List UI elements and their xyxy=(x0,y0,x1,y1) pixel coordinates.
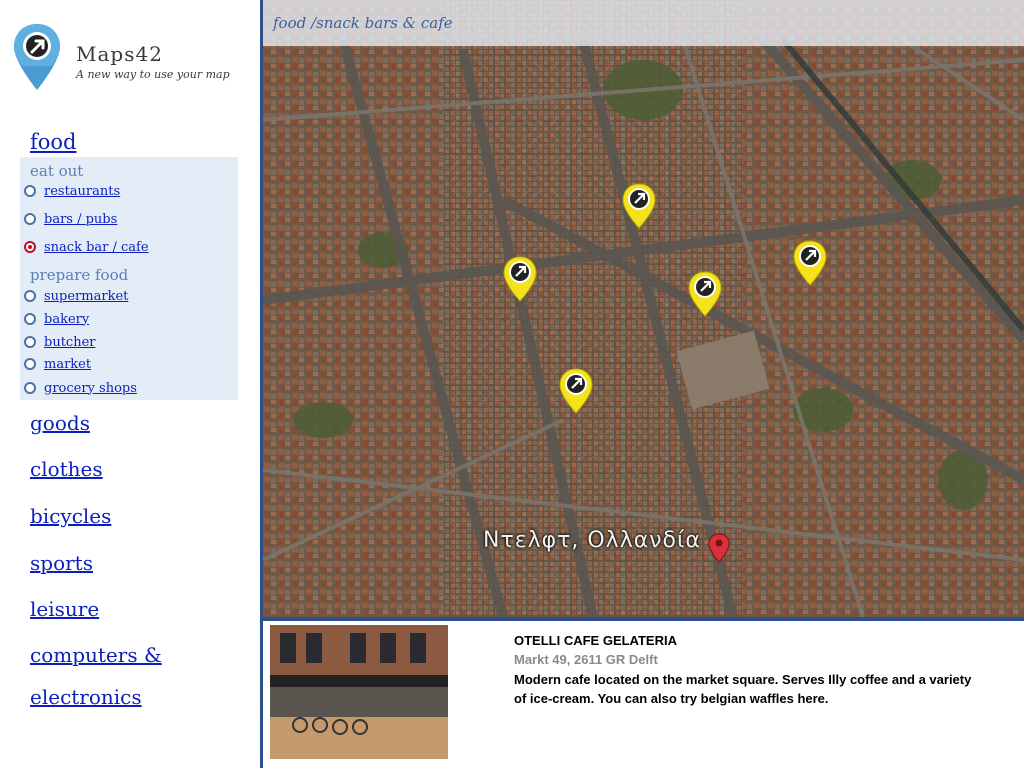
satellite-map-image xyxy=(263,0,1024,617)
radio-icon[interactable] xyxy=(24,185,36,197)
subcategory-butcher[interactable]: butcher xyxy=(24,333,95,351)
subcategory-label[interactable]: butcher xyxy=(44,335,95,350)
location-marker-icon[interactable] xyxy=(708,533,730,563)
map-pin-icon[interactable] xyxy=(502,255,538,303)
map-pin-icon[interactable] xyxy=(621,182,657,230)
map-pin-icon[interactable] xyxy=(558,367,594,415)
subcategory-bars-pubs[interactable]: bars / pubs xyxy=(24,210,117,228)
map-category-title: food /snack bars & cafe xyxy=(273,14,453,32)
radio-icon[interactable] xyxy=(24,336,36,348)
category-goods[interactable]: goods xyxy=(30,411,90,435)
map-place-label: Ντελφτ, Ολλανδία xyxy=(483,528,701,553)
radio-icon[interactable] xyxy=(24,213,36,225)
app-title: Maps42 xyxy=(76,42,163,66)
subcategory-label[interactable]: grocery shops xyxy=(44,381,137,396)
venue-photo xyxy=(270,625,448,759)
venue-description: Modern cafe located on the market square… xyxy=(514,672,972,706)
group-heading-eat-out: eat out xyxy=(30,162,84,180)
subcategory-market[interactable]: market xyxy=(24,355,91,373)
map-pin-icon[interactable] xyxy=(792,239,828,287)
map-bottom-border xyxy=(263,617,1024,621)
category-computers-line1[interactable]: computers & xyxy=(30,643,162,667)
map-title-bar: food /snack bars & cafe xyxy=(263,0,1024,46)
radio-icon[interactable] xyxy=(24,290,36,302)
category-clothes[interactable]: clothes xyxy=(30,457,103,481)
app-tagline: A new way to use your map xyxy=(76,68,230,81)
category-food[interactable]: food xyxy=(30,130,77,154)
subcategory-supermarket[interactable]: supermarket xyxy=(24,287,128,305)
subcategory-label[interactable]: restaurants xyxy=(44,184,120,199)
app-logo[interactable]: Maps42 A new way to use your map xyxy=(12,22,262,102)
map-pin-logo-icon xyxy=(14,24,60,90)
category-bicycles[interactable]: bicycles xyxy=(30,504,111,528)
map-pin-icon[interactable] xyxy=(687,270,723,318)
subcategory-label[interactable]: snack bar / cafe xyxy=(44,240,149,255)
radio-icon[interactable] xyxy=(24,313,36,325)
sidebar: Maps42 A new way to use your map food ea… xyxy=(0,0,260,768)
radio-selected-icon[interactable] xyxy=(24,241,36,253)
subcategory-grocery-shops[interactable]: grocery shops xyxy=(24,379,137,397)
radio-icon[interactable] xyxy=(24,358,36,370)
subcategory-bakery[interactable]: bakery xyxy=(24,310,89,328)
food-subcategory-panel: eat out restaurants bars / pubs snack ba… xyxy=(20,157,238,400)
group-heading-prepare-food: prepare food xyxy=(30,266,129,284)
category-leisure[interactable]: leisure xyxy=(30,597,99,621)
category-computers-line2[interactable]: electronics xyxy=(30,685,142,709)
venue-name: OTELLI CAFE GELATERIA xyxy=(514,633,677,648)
subcategory-label[interactable]: supermarket xyxy=(44,289,128,304)
subcategory-label[interactable]: market xyxy=(44,357,91,372)
map-view[interactable]: food /snack bars & cafe Ντελφτ, Ολλανδία xyxy=(263,0,1024,617)
radio-icon[interactable] xyxy=(24,382,36,394)
subcategory-label[interactable]: bakery xyxy=(44,312,89,327)
category-sports[interactable]: sports xyxy=(30,551,93,575)
subcategory-restaurants[interactable]: restaurants xyxy=(24,182,120,200)
subcategory-label[interactable]: bars / pubs xyxy=(44,212,117,227)
venue-address: Markt 49, 2611 GR Delft xyxy=(514,652,658,667)
subcategory-snack-bar-cafe[interactable]: snack bar / cafe xyxy=(24,238,149,256)
